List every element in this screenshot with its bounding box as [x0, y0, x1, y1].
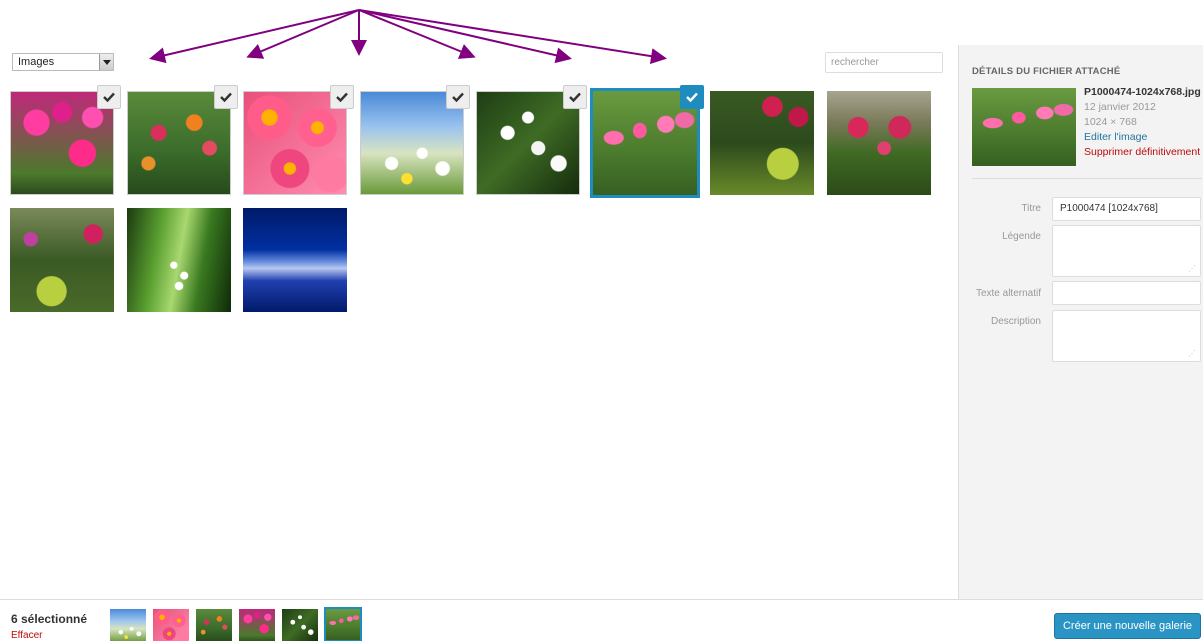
checkmark-icon[interactable] [446, 85, 470, 109]
caption-label: Légende [1002, 231, 1041, 242]
checkmark-icon[interactable] [214, 85, 238, 109]
divider [972, 178, 1202, 179]
checkmark-icon[interactable] [680, 85, 704, 109]
create-gallery-button[interactable]: Créer une nouvelle galerie [1054, 613, 1201, 639]
checkmark-icon[interactable] [97, 85, 121, 109]
description-field[interactable]: ⋰ [1052, 310, 1201, 362]
resize-grip-icon[interactable]: ⋰ [1188, 350, 1196, 358]
edit-image-link[interactable]: Editer l'image [1084, 130, 1202, 145]
search-input[interactable] [825, 52, 943, 73]
flower-image [710, 91, 814, 195]
title-field[interactable]: P1000474 [1024x768] [1052, 197, 1201, 221]
media-library-modal: Images DÉTAILS DU FICHIER ATTACHÉ P10004… [0, 0, 1203, 641]
annotation-arrow [149, 9, 360, 64]
annotation-arrow [358, 9, 476, 59]
annotation-arrows [149, 9, 667, 65]
alt-text-label: Texte alternatif [975, 288, 1041, 299]
attachment-thumbnail[interactable] [10, 208, 114, 312]
selected-thumbnail[interactable] [153, 609, 189, 641]
flower-image [10, 208, 114, 312]
flower-image [127, 208, 231, 312]
details-dimensions: 1024 × 768 [1084, 116, 1137, 128]
annotation-arrow [358, 9, 572, 64]
title-label: Titre [1021, 203, 1041, 214]
clear-selection-link[interactable]: Effacer [11, 630, 43, 641]
details-info: P1000474-1024x768.jpg 12 janvier 2012 10… [1084, 85, 1202, 160]
selected-thumbnail-current[interactable] [324, 607, 362, 641]
title-value: P1000474 [1024x768] [1060, 203, 1158, 214]
media-filter-select[interactable]: Images [12, 53, 114, 71]
flower-image [243, 208, 347, 312]
flower-image [827, 91, 931, 195]
attachment-thumbnail[interactable] [243, 208, 347, 312]
selection-toolbar: 6 sélectionné Effacer Créer une nouvelle… [0, 599, 1203, 641]
chevron-down-icon[interactable] [99, 54, 113, 70]
alt-text-field[interactable] [1052, 281, 1201, 305]
details-thumbnail [972, 88, 1076, 166]
attachment-thumbnail[interactable] [127, 208, 231, 312]
attachment-thumbnail[interactable] [710, 91, 814, 195]
resize-grip-icon[interactable]: ⋰ [1188, 265, 1196, 273]
annotation-arrow [246, 9, 360, 59]
selection-count: 6 sélectionné [11, 612, 88, 626]
details-heading: DÉTAILS DU FICHIER ATTACHÉ [972, 66, 1121, 77]
selected-thumbnail[interactable] [282, 609, 318, 641]
attachment-thumbnail[interactable] [827, 91, 931, 195]
media-filter-value: Images [18, 56, 55, 68]
selected-thumbnail[interactable] [110, 609, 146, 641]
annotation-arrow [358, 9, 667, 65]
delete-permanently-link[interactable]: Supprimer définitivement [1084, 145, 1202, 160]
selected-thumbnail[interactable] [239, 609, 275, 641]
description-label: Description [990, 316, 1041, 327]
checkmark-icon[interactable] [330, 85, 354, 109]
checkmark-icon[interactable] [563, 85, 587, 109]
details-date: 12 janvier 2012 [1084, 101, 1156, 113]
details-filename: P1000474-1024x768.jpg [1084, 86, 1201, 98]
attachment-details-sidebar: DÉTAILS DU FICHIER ATTACHÉ P1000474-1024… [958, 45, 1203, 600]
caption-field[interactable]: ⋰ [1052, 225, 1201, 277]
selected-thumbnail[interactable] [196, 609, 232, 641]
